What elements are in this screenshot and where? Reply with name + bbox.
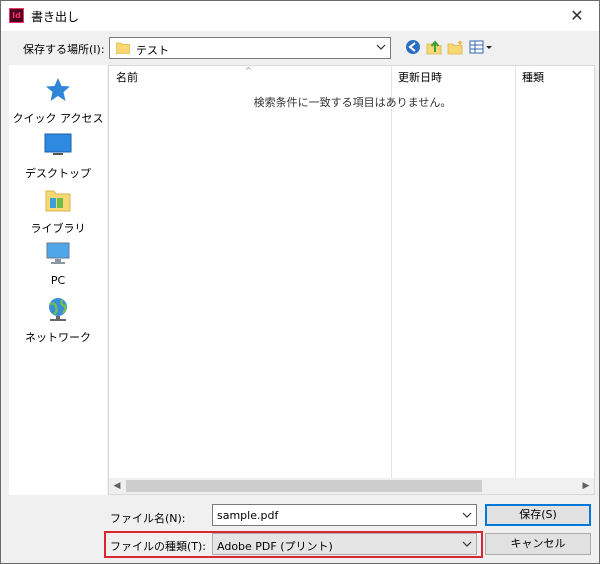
- export-dialog: Id 書き出し ✕ 保存する場所(I): テスト クイック アクセス デスクトッ…: [0, 0, 600, 564]
- library-icon: [45, 190, 71, 212]
- empty-results-message: 検索条件に一致する項目はありません。: [253, 96, 452, 109]
- place-label: デスクトップ: [25, 167, 91, 180]
- chevron-down-icon: [376, 44, 386, 50]
- quick-access-star-icon: [46, 78, 70, 101]
- column-header-type[interactable]: 種類: [515, 66, 594, 90]
- desktop-icon: [44, 133, 72, 155]
- scroll-right-icon[interactable]: ▶: [578, 478, 594, 494]
- dialog-title: 書き出し: [31, 10, 80, 24]
- filetype-label: ファイルの種類(T):: [110, 540, 207, 553]
- chevron-down-icon[interactable]: [462, 510, 472, 520]
- title-bar[interactable]: Id 書き出し ✕: [1, 1, 599, 31]
- place-desktop[interactable]: デスクトップ: [9, 132, 107, 181]
- filetype-value: Adobe PDF (プリント): [217, 540, 333, 553]
- place-label: クイック アクセス: [12, 112, 104, 125]
- place-label: PC: [50, 274, 66, 287]
- column-header-modified[interactable]: 更新日時: [391, 66, 515, 90]
- new-folder-icon[interactable]: [447, 38, 464, 56]
- place-libraries[interactable]: ライブラリ: [9, 187, 107, 236]
- place-label: ライブラリ: [30, 222, 86, 235]
- cancel-button[interactable]: キャンセル: [485, 533, 591, 555]
- filetype-select[interactable]: Adobe PDF (プリント): [212, 533, 477, 555]
- filename-value: sample.pdf: [217, 509, 279, 522]
- network-icon: [49, 298, 67, 321]
- close-button[interactable]: ✕: [555, 1, 599, 31]
- filename-input[interactable]: sample.pdf: [212, 504, 477, 526]
- place-network[interactable]: ネットワーク: [9, 296, 107, 345]
- column-divider[interactable]: [515, 66, 516, 480]
- save-location-label: 保存する場所(I):: [23, 43, 105, 56]
- view-menu-icon[interactable]: [469, 38, 493, 56]
- scroll-left-icon[interactable]: ◀: [109, 478, 125, 494]
- save-button[interactable]: 保存(S): [485, 504, 591, 526]
- places-sidebar: クイック アクセス デスクトップ ライブラリ PC ネットワーク: [9, 65, 107, 495]
- up-folder-icon[interactable]: [426, 38, 442, 56]
- file-list[interactable]: ^ 名前 更新日時 種類 検索条件に一致する項目はありません。 ◀ ▶: [108, 65, 595, 495]
- place-pc[interactable]: PC: [9, 241, 107, 287]
- filename-label: ファイル名(N):: [110, 512, 186, 525]
- folder-icon: [116, 42, 130, 54]
- pc-icon: [46, 242, 70, 264]
- column-divider[interactable]: [391, 66, 392, 480]
- save-location-combo[interactable]: テスト: [109, 37, 391, 59]
- horizontal-scrollbar[interactable]: ◀ ▶: [109, 478, 594, 494]
- save-location-value: テスト: [136, 44, 169, 57]
- place-quick-access[interactable]: クイック アクセス: [9, 77, 107, 126]
- indesign-app-icon: Id: [9, 8, 24, 23]
- place-label: ネットワーク: [25, 331, 91, 344]
- back-icon[interactable]: [405, 38, 421, 56]
- scrollbar-thumb[interactable]: [126, 480, 482, 492]
- chevron-down-icon: [462, 541, 472, 547]
- column-header-name[interactable]: 名前: [109, 66, 391, 90]
